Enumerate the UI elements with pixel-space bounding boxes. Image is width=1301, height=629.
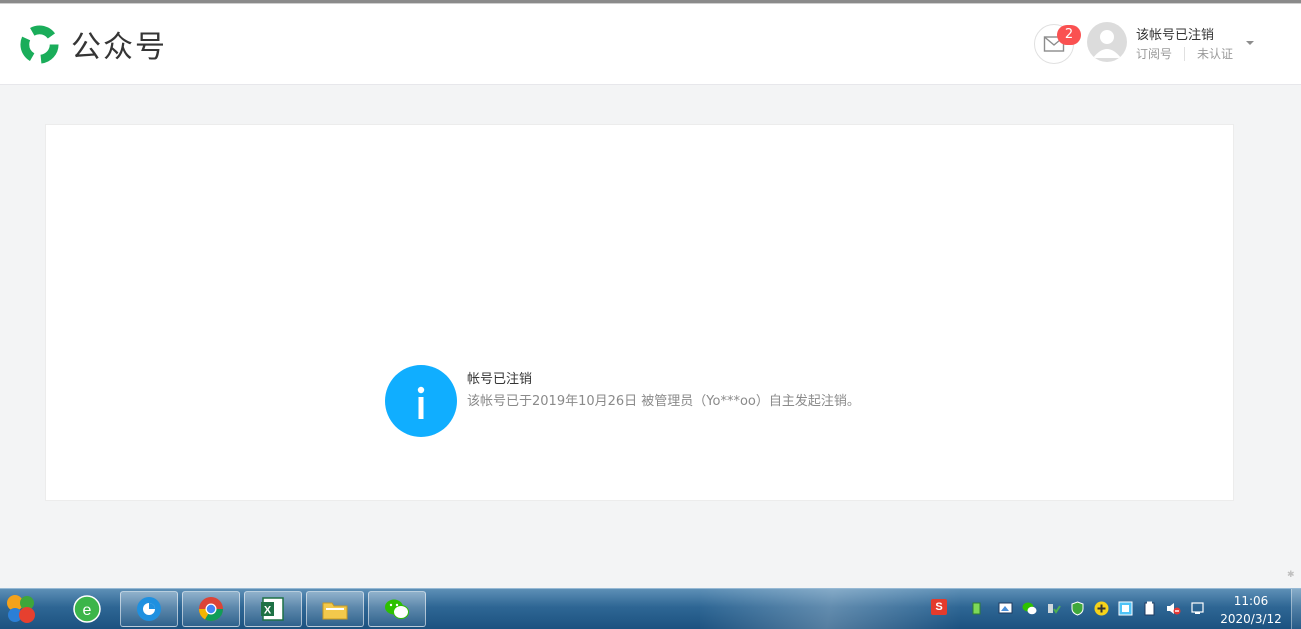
verification-status: 未认证 [1197,47,1234,61]
display-icon[interactable] [1118,601,1133,616]
security-shield-icon[interactable] [1070,601,1085,616]
excel-icon: X [261,597,284,621]
notification-icon[interactable] [1190,601,1205,616]
default-user-icon [1093,30,1121,58]
taskbar-glow [700,589,960,629]
sogou-ime-icon[interactable]: S [931,599,947,615]
clock-date: 2020/3/12 [1220,612,1282,626]
divider [1184,47,1186,61]
plus-icon[interactable] [1094,601,1109,616]
usb-icon[interactable] [969,601,984,616]
info-glyph-icon [417,386,425,419]
system-clock[interactable]: 11:06 2020/3/12 [1214,592,1288,628]
notice-title: 帐号已注销 [467,372,533,387]
volume-muted-icon[interactable] [1166,601,1181,616]
account-type: 订阅号 [1136,47,1173,61]
wechat-tray-icon[interactable] [1022,601,1037,616]
notice-description: 该帐号已于2019年10月26日 被管理员（Yo***oo）自主发起注销。 [467,394,860,409]
notice-card [45,124,1234,501]
chrome-icon [199,597,223,622]
svg-text:e: e [83,602,92,619]
info-icon [385,365,457,437]
account-dropdown-caret-icon[interactable] [1246,41,1254,45]
taskbar-app-file-explorer[interactable] [306,591,364,627]
wechat-official-account-logo-icon [20,24,59,64]
taskbar: e X S 11:06 2020/3/12 [0,588,1301,629]
file-explorer-icon [322,602,348,620]
wechat-icon [385,599,409,619]
network-icon[interactable] [998,601,1013,616]
start-button-icon[interactable] [4,592,38,626]
account-meta: 订阅号 未认证 [1136,45,1233,62]
scroll-corner-icon: ✱ [1287,570,1295,580]
device-icon[interactable] [1046,601,1061,616]
taskbar-app-edge[interactable] [120,591,178,627]
header: 公众号 2 该帐号已注销 订阅号 未认证 [0,4,1301,85]
svg-text:X: X [264,605,272,617]
logo[interactable]: 公众号 [18,22,167,66]
taskbar-app-chrome[interactable] [182,591,240,627]
taskbar-app-wechat[interactable] [368,591,426,627]
account-name: 该帐号已注销 [1136,28,1215,43]
360-browser-icon: e [73,595,101,623]
edge-icon [137,597,161,621]
taskbar-app-excel[interactable]: X [244,591,302,627]
show-desktop-button[interactable] [1291,589,1301,629]
notification-badge: 2 [1057,25,1081,45]
clock-time: 11:06 [1233,594,1269,608]
battery-icon[interactable] [1142,601,1157,616]
app-title: 公众号 [71,30,167,65]
avatar[interactable] [1087,22,1127,62]
taskbar-app-360-browser[interactable]: e [58,591,116,627]
